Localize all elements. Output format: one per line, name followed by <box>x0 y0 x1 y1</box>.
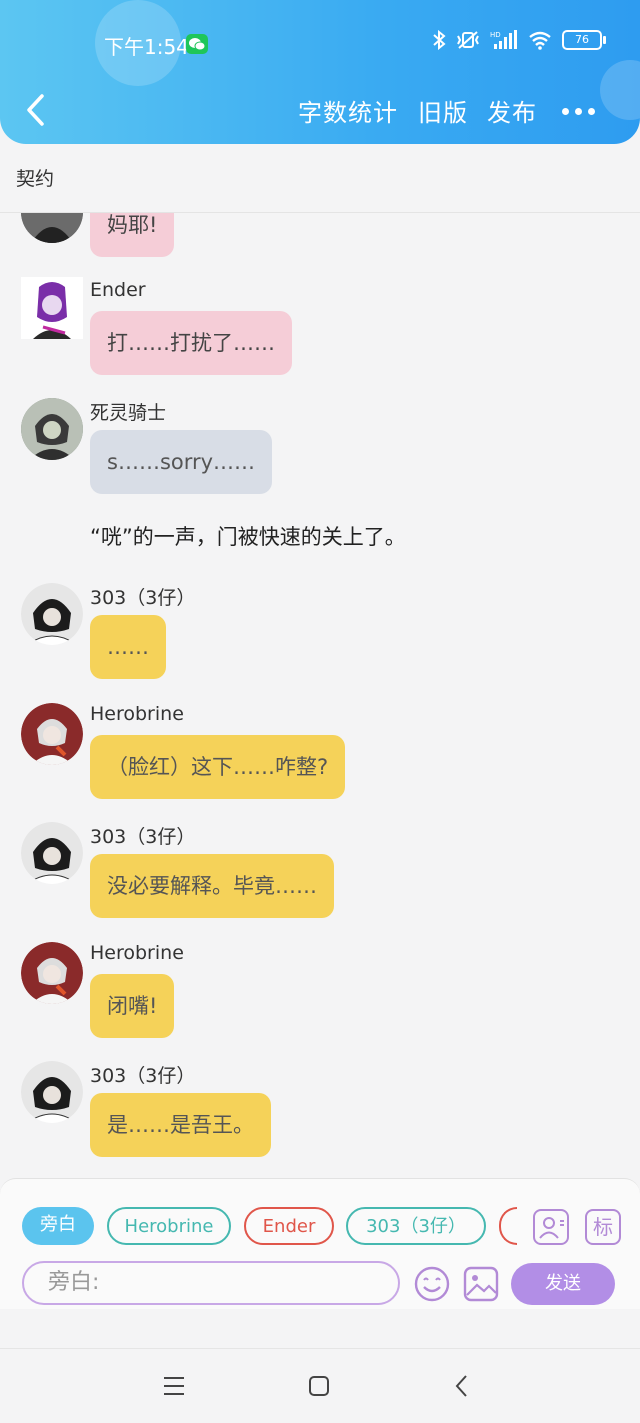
status-bar: 下午1:54 HD 76 <box>0 0 640 88</box>
sender-name: Ender <box>90 279 146 301</box>
home-icon[interactable] <box>307 1374 331 1398</box>
role-chip-ender[interactable]: Ender <box>244 1207 334 1245</box>
back-nav-icon[interactable] <box>452 1373 472 1399</box>
avatar <box>21 1061 83 1123</box>
battery-indicator: 76 <box>562 30 606 50</box>
avatar <box>21 583 83 645</box>
role-chip-303[interactable]: 303（3仔） <box>346 1207 486 1245</box>
sender-name: 303（3仔） <box>90 587 196 609</box>
role-chip-herobrine[interactable]: Herobrine <box>107 1207 231 1245</box>
chat-area[interactable]: 妈耶! Ender 打……打扰了…… 死灵骑士 s……sorry…… “咣”的一… <box>0 213 640 1178</box>
avatar <box>21 398 83 460</box>
old-version-button[interactable]: 旧版 <box>418 93 468 128</box>
menu-icon[interactable] <box>162 1375 186 1397</box>
avatar <box>21 822 83 884</box>
status-icons: HD 76 <box>432 30 606 50</box>
tag-button[interactable]: 标 <box>585 1209 621 1245</box>
message-bubble: 打……打扰了…… <box>90 311 292 375</box>
message-bubble: 妈耶! <box>90 213 175 257</box>
message-bubble: s……sorry…… <box>90 430 273 494</box>
message-bubble: 是……是吾王。 <box>90 1093 271 1157</box>
publish-button[interactable]: 发布 <box>487 93 537 128</box>
signal-icon: HD <box>490 30 517 49</box>
sender-name: Herobrine <box>90 942 184 964</box>
top-nav: 字数统计 旧版 发布 <box>0 88 640 134</box>
message-bubble: 没必要解释。毕竟…… <box>90 854 334 918</box>
wechat-icon <box>186 34 208 54</box>
app-header: 下午1:54 HD 76 字数统计 旧版 发布 <box>0 0 640 144</box>
back-icon[interactable] <box>22 92 50 128</box>
word-count-button[interactable]: 字数统计 <box>298 93 398 128</box>
svg-text:HD: HD <box>490 31 501 39</box>
image-icon[interactable] <box>462 1265 500 1303</box>
narration-text: “咣”的一声，门被快速的关上了。 <box>90 525 406 549</box>
role-chip-partial[interactable] <box>499 1207 517 1245</box>
story-title: 契约 <box>16 168 55 190</box>
bluetooth-icon <box>433 30 446 50</box>
sender-name: 303（3仔） <box>90 826 196 848</box>
message-bubble: （脸红）这下……咋整? <box>90 735 346 799</box>
composer: 旁白 Herobrine Ender 303（3仔） 标 旁白: 发送 <box>0 1178 640 1309</box>
title-bar: 契约 <box>0 150 640 213</box>
message-bubble: …… <box>90 615 166 679</box>
message-input[interactable]: 旁白: <box>22 1261 400 1305</box>
vibrate-off-icon <box>457 31 479 49</box>
status-time: 下午1:54 <box>104 35 189 59</box>
avatar <box>21 942 83 1004</box>
sender-name: Herobrine <box>90 703 184 725</box>
avatar <box>21 277 83 339</box>
emoji-icon[interactable] <box>413 1265 451 1303</box>
avatar <box>21 703 83 765</box>
sender-name: 303（3仔） <box>90 1065 196 1087</box>
message-bubble: 闭嘴! <box>90 974 175 1038</box>
sender-name: 死灵骑士 <box>90 402 167 424</box>
more-menu-icon[interactable] <box>562 108 595 115</box>
character-manage-icon[interactable] <box>533 1209 569 1245</box>
wifi-icon <box>529 31 551 50</box>
system-nav-bar <box>0 1348 640 1423</box>
send-button[interactable]: 发送 <box>511 1263 615 1305</box>
role-chip-narrator[interactable]: 旁白 <box>22 1207 94 1245</box>
avatar <box>21 213 83 243</box>
